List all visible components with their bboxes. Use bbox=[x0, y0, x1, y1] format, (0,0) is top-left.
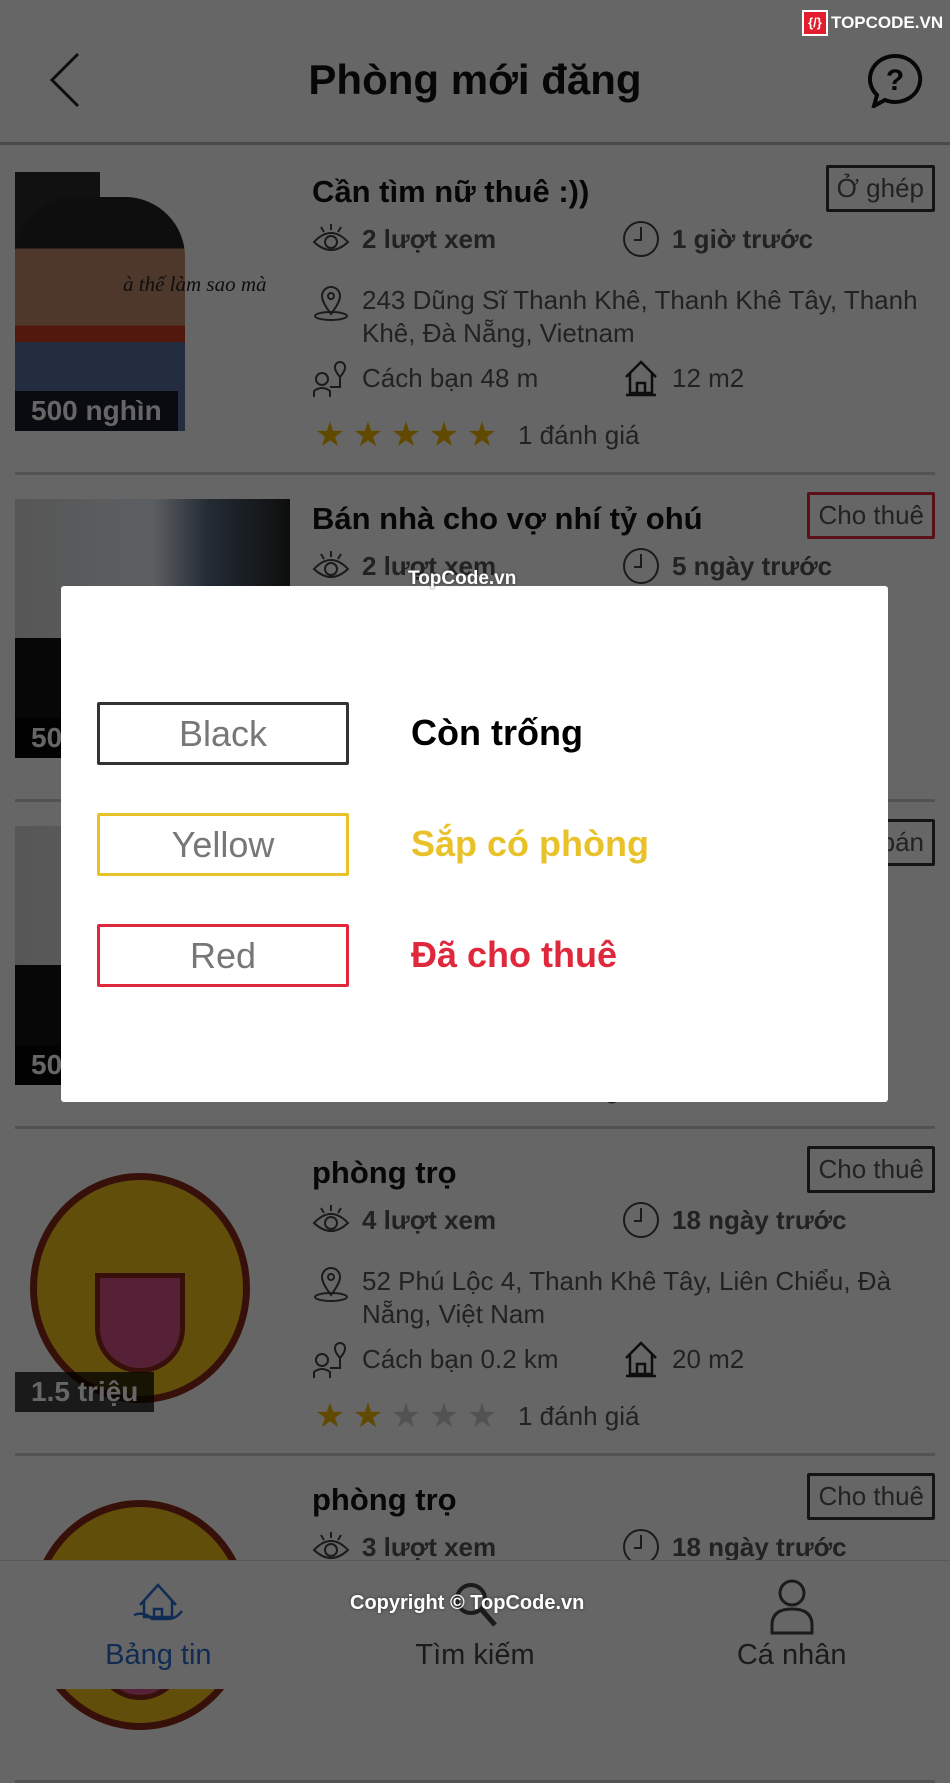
house-area-icon bbox=[625, 1341, 657, 1378]
nav-tab-1[interactable]: Tìm kiếm bbox=[317, 1561, 634, 1689]
listing-title: phòng trọ bbox=[312, 1482, 457, 1517]
bottom-nav: Bảng tin Tìm kiếm Cá nhân bbox=[0, 1560, 950, 1689]
clock-icon bbox=[623, 221, 659, 257]
price-label: 1.5 triệu bbox=[15, 1372, 155, 1412]
views-count: 3 lượt xem bbox=[362, 1531, 497, 1562]
legend-status-label: Sắp có phòng bbox=[411, 823, 649, 864]
address-row: 243 Dũng Sĩ Thanh Khê, Thanh Khê Tây, Th… bbox=[312, 284, 937, 350]
star-empty-icon: ★ bbox=[428, 1397, 460, 1435]
status-legend-dialog: Black Còn trống Yellow Sắp có phòng Red Đã ch… bbox=[61, 586, 888, 1102]
star-filled-icon: ★ bbox=[314, 1397, 346, 1435]
star-empty-icon: ★ bbox=[390, 1397, 422, 1435]
distance-icon bbox=[313, 1342, 347, 1378]
time-row: 5 ngày trước bbox=[622, 547, 832, 585]
distance-row: Cách bạn 0.2 km bbox=[312, 1340, 559, 1378]
home-hand-icon bbox=[133, 1583, 184, 1621]
views-count: 4 lượt xem bbox=[362, 1204, 497, 1235]
listing-title: Cần tìm nữ thuê :)) bbox=[312, 174, 590, 209]
eye-icon bbox=[312, 1205, 350, 1232]
listing-card[interactable]: 1.5 triệu phòng trọ Cho thuê 4 lượt xem … bbox=[15, 1129, 935, 1456]
location-pin-icon bbox=[314, 286, 348, 321]
svg-text:?: ? bbox=[886, 64, 904, 97]
nav-tab-label: Tìm kiếm bbox=[415, 1639, 535, 1671]
address-text: 243 Dũng Sĩ Thanh Khê, Thanh Khê Tây, Th… bbox=[362, 285, 918, 348]
legend-color-box: Red bbox=[97, 924, 349, 987]
clock-icon bbox=[623, 1202, 659, 1238]
nav-tab-label: Cá nhân bbox=[736, 1639, 847, 1671]
distance-icon bbox=[313, 361, 347, 397]
watermark-center: TopCode.vn bbox=[408, 568, 517, 589]
rating-row: ★ ★ ★ ★ ★ 1 đánh giá bbox=[312, 1397, 640, 1435]
views-row: 2 lượt xem bbox=[312, 220, 496, 258]
listing-type-badge: Cho thuê bbox=[807, 1473, 935, 1520]
area-row: 20 m2 bbox=[622, 1340, 744, 1378]
legend-color-box: Black bbox=[97, 702, 349, 765]
watermark-logo: {/} TOPCODE.VN bbox=[802, 10, 943, 36]
area-row: 12 m2 bbox=[622, 359, 744, 397]
page-title: Phòng mới đăng bbox=[308, 56, 642, 103]
time-row: 18 ngày trước bbox=[622, 1201, 847, 1239]
listing-title: Bán nhà cho vợ nhí tỷ ohú bbox=[312, 501, 703, 536]
distance-text: Cách bạn 0.2 km bbox=[362, 1343, 559, 1374]
posted-time: 5 ngày trước bbox=[672, 550, 833, 581]
listing-type-badge: Cho thuê bbox=[807, 1146, 935, 1193]
star-filled-icon: ★ bbox=[466, 416, 498, 454]
listing-type-badge: Ở ghép bbox=[825, 165, 935, 212]
listing-type-badge: Cho thuê bbox=[807, 492, 935, 539]
star-filled-icon: ★ bbox=[352, 1397, 384, 1435]
area-text: 20 m2 bbox=[672, 1343, 745, 1374]
user-icon bbox=[770, 1579, 814, 1635]
review-count: 1 đánh giá bbox=[518, 1400, 640, 1431]
help-icon[interactable]: ? bbox=[866, 52, 924, 108]
image-caption: à thế làm sao mà bbox=[123, 272, 267, 296]
listing-card[interactable]: à thế làm sao mà 500 nghìn Cần tìm nữ thu… bbox=[15, 148, 935, 475]
nav-tab-label: Bảng tin bbox=[105, 1639, 212, 1671]
house-area-icon bbox=[625, 360, 657, 397]
address-text: 52 Phú Lộc 4, Thanh Khê Tây, Liên Chiểu,… bbox=[362, 1266, 892, 1329]
eye-icon bbox=[312, 551, 350, 578]
rating-row: ★ ★ ★ ★ ★ 1 đánh giá bbox=[312, 416, 640, 454]
star-filled-icon: ★ bbox=[390, 416, 422, 454]
clock-icon bbox=[623, 548, 659, 584]
legend-status-label: Đã cho thuê bbox=[411, 934, 618, 975]
star-filled-icon: ★ bbox=[428, 416, 460, 454]
legend-color-box: Yellow bbox=[97, 813, 349, 876]
star-empty-icon: ★ bbox=[466, 1397, 498, 1435]
listing-title: phòng trọ bbox=[312, 1155, 457, 1190]
views-row: 4 lượt xem bbox=[312, 1201, 496, 1239]
posted-time: 18 ngày trước bbox=[672, 1531, 847, 1562]
watermark-footer: Copyright © TopCode.vn bbox=[350, 1592, 585, 1614]
area-text: 12 m2 bbox=[672, 362, 745, 393]
legend-status-label: Còn trống bbox=[411, 712, 583, 753]
review-count: 1 đánh giá bbox=[518, 419, 640, 450]
distance-text: Cách bạn 48 m bbox=[362, 362, 539, 393]
eye-icon bbox=[312, 224, 350, 251]
views-count: 2 lượt xem bbox=[362, 223, 497, 254]
star-filled-icon: ★ bbox=[352, 416, 384, 454]
star-filled-icon: ★ bbox=[314, 416, 346, 454]
listing-image[interactable]: à thế làm sao mà 500 nghìn bbox=[15, 172, 290, 431]
watermark-logo-text: TOPCODE.VN bbox=[831, 13, 944, 32]
listing-image[interactable]: 1.5 triệu bbox=[15, 1153, 290, 1412]
address-row: 52 Phú Lộc 4, Thanh Khê Tây, Liên Chiểu,… bbox=[312, 1265, 937, 1331]
posted-time: 1 giờ trước bbox=[672, 223, 814, 254]
price-label: 500 nghìn bbox=[15, 391, 178, 431]
location-pin-icon bbox=[314, 1267, 348, 1302]
nav-tab-0[interactable]: Bảng tin bbox=[0, 1561, 317, 1689]
posted-time: 18 ngày trước bbox=[672, 1204, 847, 1235]
distance-row: Cách bạn 48 m bbox=[312, 359, 538, 397]
time-row: 1 giờ trước bbox=[622, 220, 813, 258]
nav-tab-2[interactable]: Cá nhân bbox=[633, 1561, 950, 1689]
